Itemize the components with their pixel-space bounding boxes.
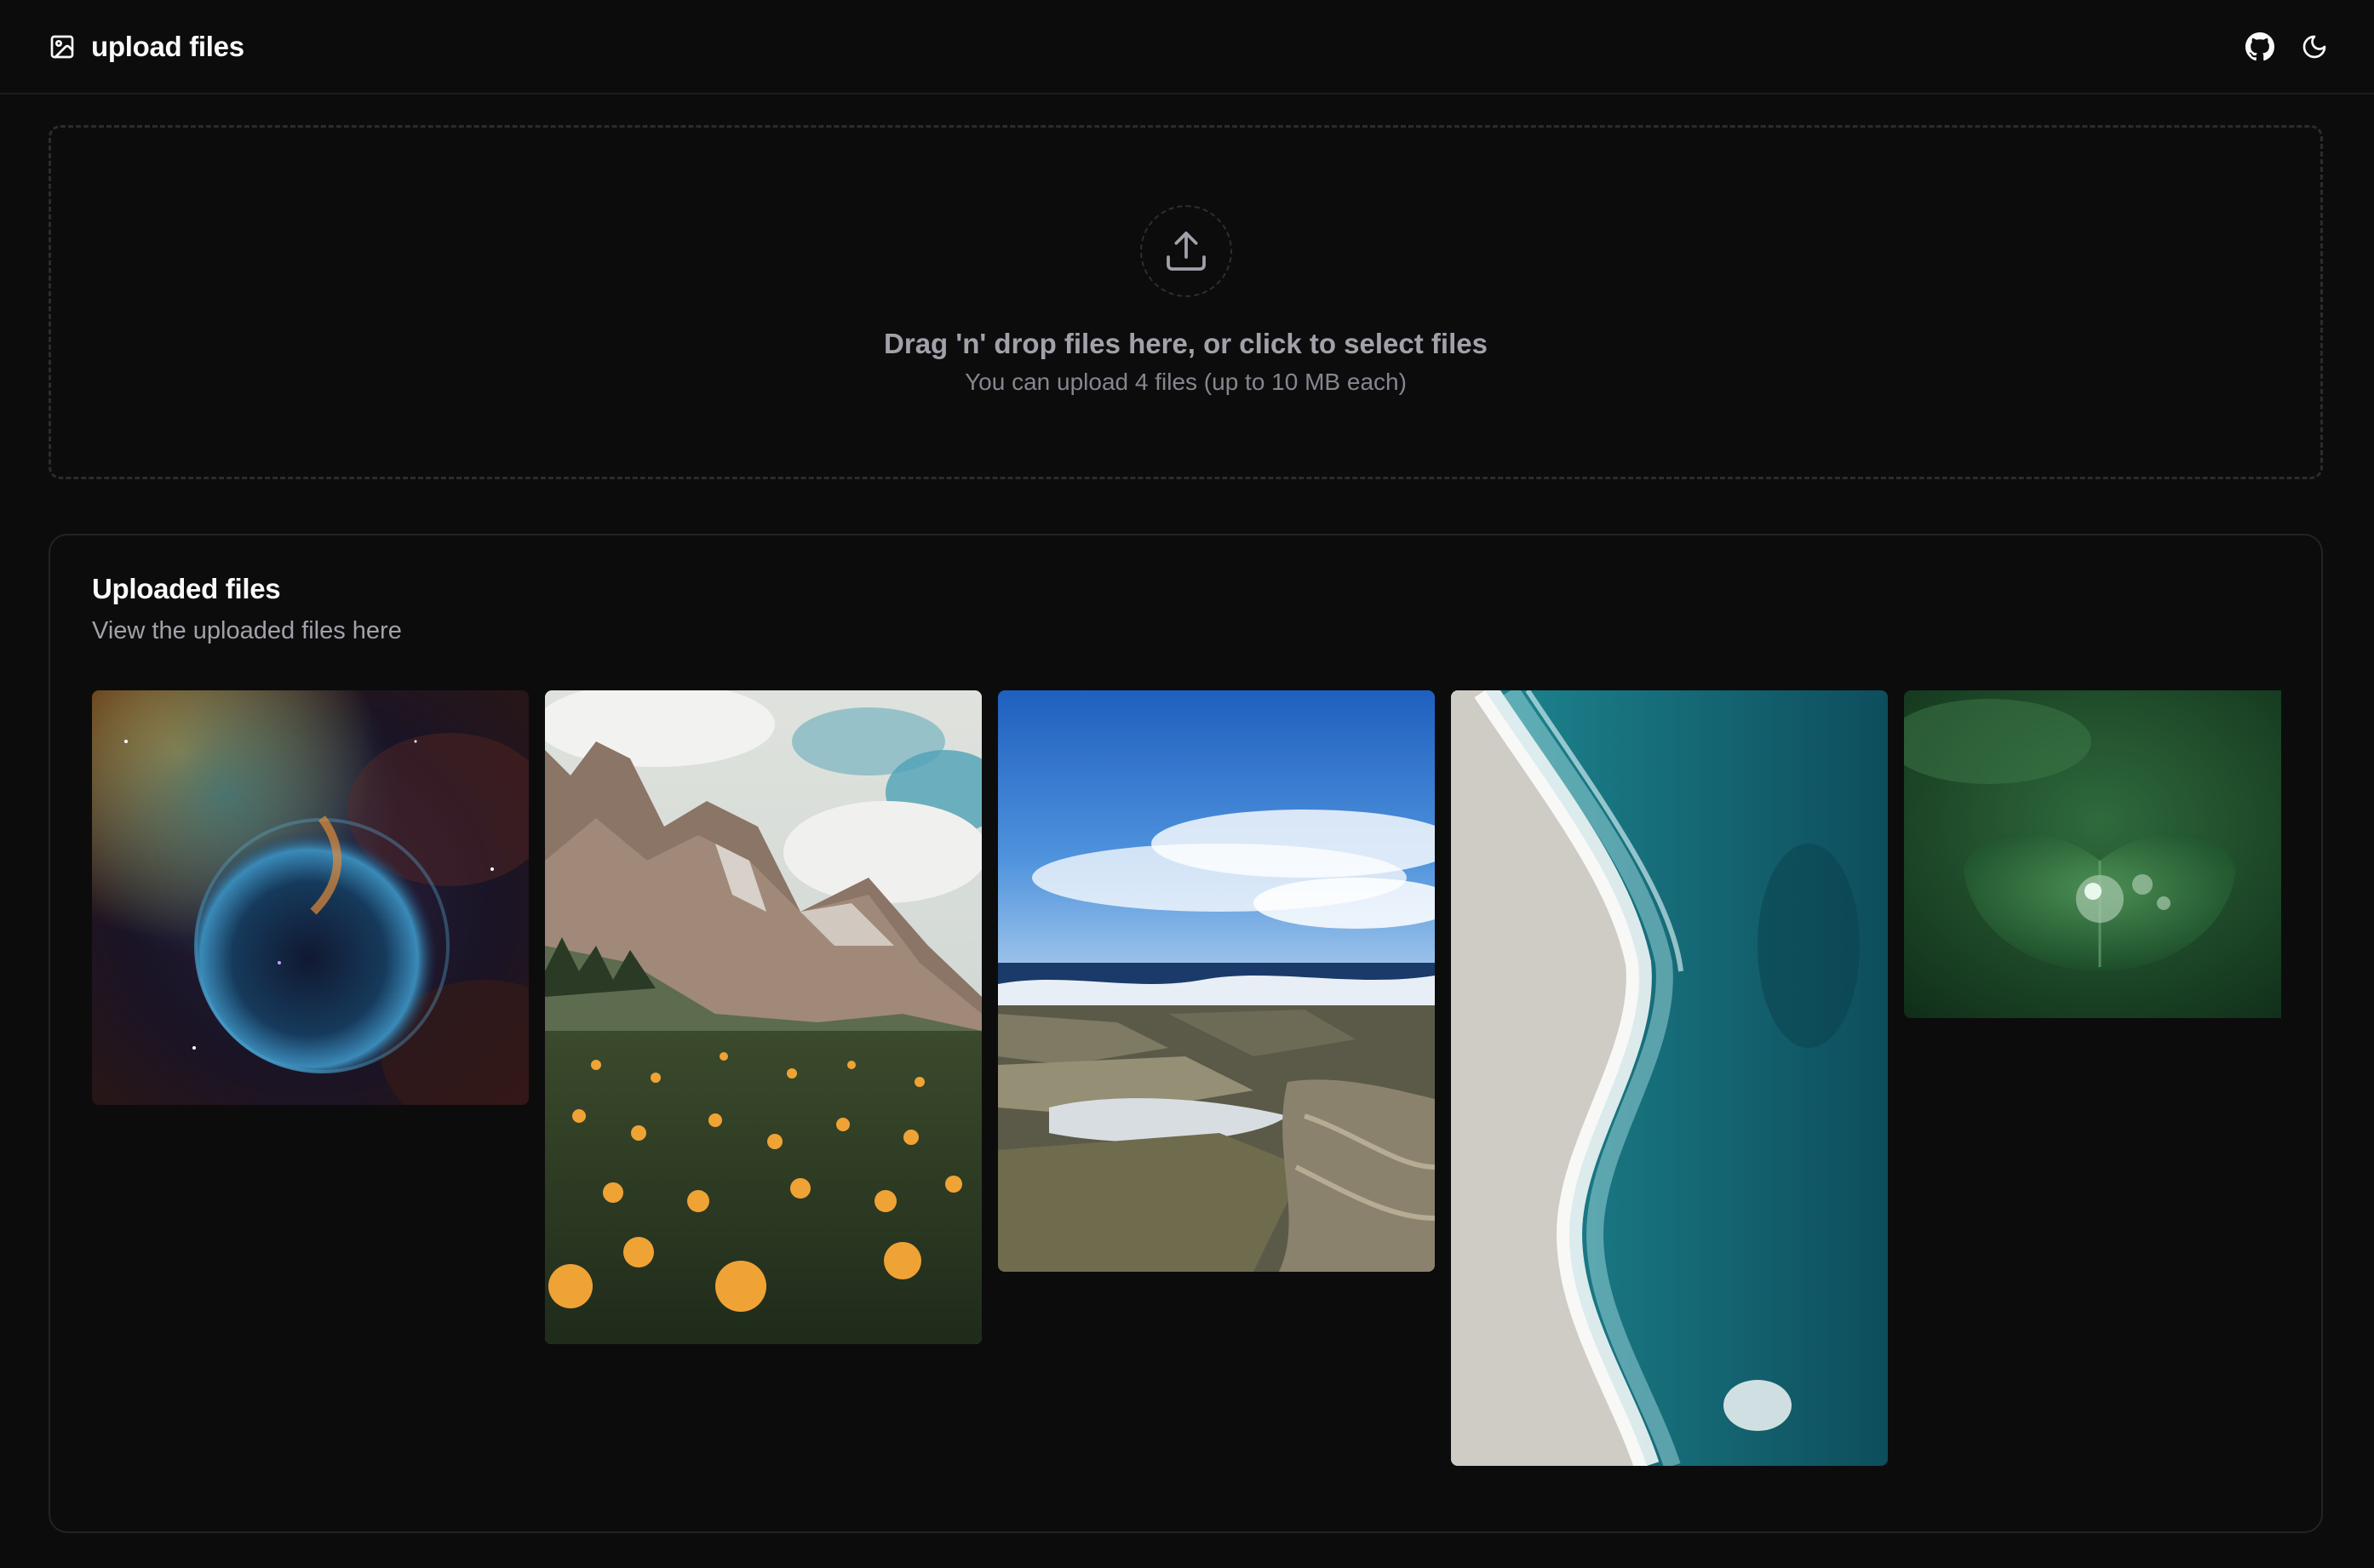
uploaded-image-mountains[interactable] [545, 690, 982, 1344]
top-header: upload files [0, 0, 2374, 94]
upload-icon [1166, 232, 1206, 271]
uploaded-image-droplet[interactable] [1904, 690, 2281, 1018]
uploaded-image-nebula[interactable] [92, 690, 529, 1105]
upload-icon-circle [1139, 205, 1232, 297]
app-title: upload files [91, 30, 244, 62]
dropzone-title: Drag 'n' drop files here, or click to se… [884, 328, 1488, 359]
uploaded-image-ocean[interactable] [1451, 690, 1888, 1466]
coast-image [998, 690, 1435, 1272]
image-gallery[interactable] [92, 690, 2281, 1474]
brand[interactable]: upload files [49, 31, 244, 63]
theme-toggle-button[interactable] [2299, 31, 2330, 62]
card-title: Uploaded files [92, 573, 281, 604]
image-icon [50, 35, 74, 58]
uploaded-image-coast[interactable] [998, 690, 1435, 1272]
mountains-image [545, 690, 982, 1344]
card-description: View the uploaded files here [92, 617, 402, 644]
uploaded-files-card: Uploaded files View the uploaded files h… [49, 534, 2323, 1533]
dropzone-subtitle: You can upload 4 files (up to 10 MB each… [965, 369, 1407, 395]
nebula-image [92, 690, 529, 1105]
github-link-button[interactable] [2245, 31, 2275, 62]
github-icon [2245, 31, 2274, 60]
header-actions [2245, 31, 2330, 62]
file-dropzone[interactable]: Drag 'n' drop files here, or click to se… [49, 125, 2323, 479]
ocean-image [1451, 690, 1888, 1466]
droplet-image [1904, 690, 2281, 1018]
moon-icon [2302, 35, 2326, 58]
